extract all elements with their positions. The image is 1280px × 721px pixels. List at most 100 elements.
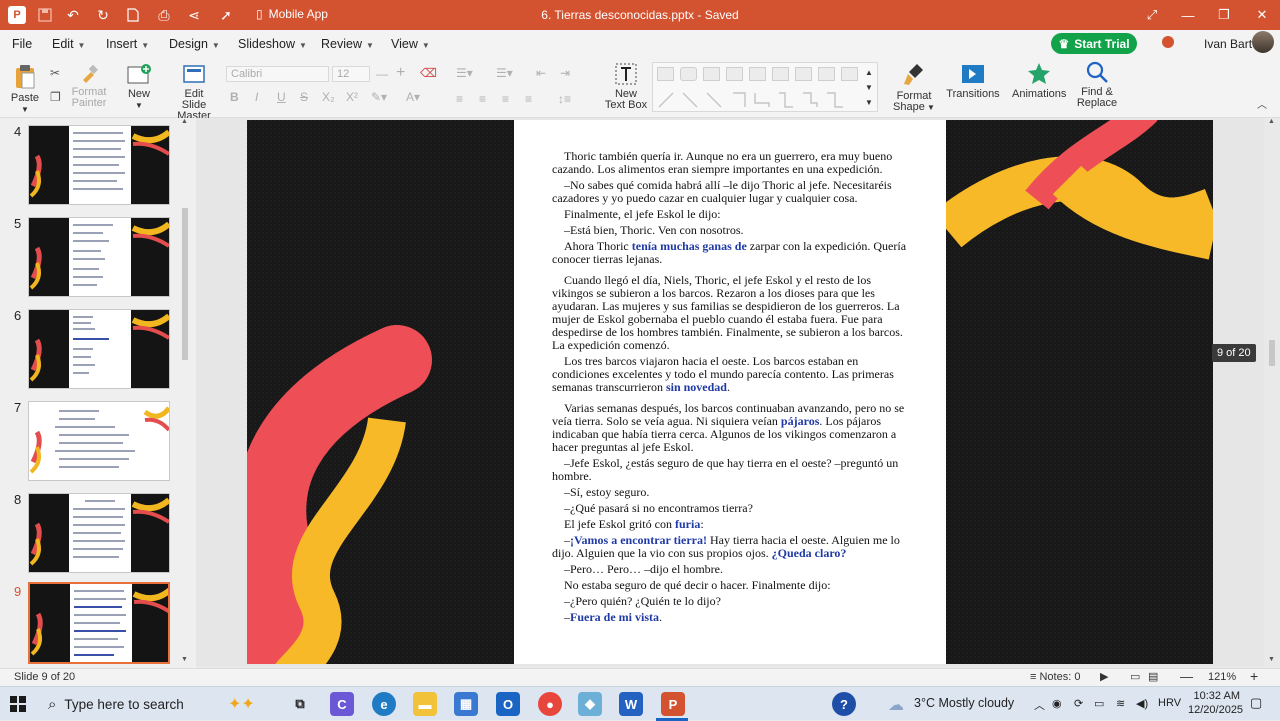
task-view-icon[interactable]: ⧉ xyxy=(288,692,312,716)
line-spacing-icon[interactable]: ↕≡ xyxy=(558,92,571,106)
font-color-icon[interactable]: A▾ xyxy=(406,90,420,104)
menu-design[interactable]: Design ▼ xyxy=(169,37,220,51)
strikethrough-icon[interactable]: S xyxy=(300,90,308,104)
align-left-icon[interactable]: ≡ xyxy=(456,92,463,106)
copy-icon[interactable]: ❐ xyxy=(50,90,61,104)
sync-icon[interactable]: ⟳ xyxy=(1074,697,1083,710)
user-name[interactable]: Ivan Bart xyxy=(1204,37,1252,51)
expand-icon[interactable]: ⤢ xyxy=(1134,0,1170,30)
presentation-app-icon[interactable]: P xyxy=(661,692,685,716)
notifications-icon[interactable]: ▢ xyxy=(1250,695,1262,711)
scroll-down-icon[interactable]: ▼ xyxy=(181,656,188,663)
document-page[interactable]: Thoric también quería ir. Aunque no era … xyxy=(514,120,946,664)
numbering-icon[interactable]: ☰▾ xyxy=(496,66,513,80)
bold-icon[interactable]: B xyxy=(230,90,239,104)
taskbar-search[interactable]: ⌕ Type here to search ✦✦ xyxy=(40,690,270,718)
app-icon[interactable]: ◆ xyxy=(578,692,602,716)
cut-icon[interactable]: ✂ xyxy=(50,66,60,80)
network-tray-icon[interactable]: ◉ xyxy=(1052,697,1062,710)
slide-thumbnail[interactable] xyxy=(28,309,170,389)
find-replace-button[interactable]: Find & Replace xyxy=(1074,60,1120,109)
edit-slide-master-button[interactable]: Edit Slide Master xyxy=(172,64,216,122)
shape-rectangle-icon[interactable] xyxy=(703,67,720,81)
decrease-indent-icon[interactable]: ⇤ xyxy=(536,66,546,80)
shape-rectangle-icon[interactable] xyxy=(657,67,674,81)
chrome-icon[interactable]: ● xyxy=(538,692,562,716)
redo-icon[interactable]: ↻ xyxy=(94,6,112,24)
normal-view-icon[interactable]: ▭ xyxy=(1130,670,1140,683)
mobile-app-button[interactable]: ▯ Mobile App xyxy=(256,7,328,21)
decrease-font-icon[interactable]: — xyxy=(376,67,388,81)
wifi-icon[interactable]: ≋ xyxy=(1116,697,1125,710)
slide-canvas[interactable]: Thoric también quería ir. Aunque no era … xyxy=(247,120,1213,664)
minimize-button[interactable]: — xyxy=(1170,0,1206,30)
outlook-icon[interactable]: O xyxy=(496,692,520,716)
underline-icon[interactable]: U xyxy=(277,90,286,104)
clear-format-icon[interactable]: ⌫ xyxy=(420,66,437,80)
format-painter-button[interactable]: Format Painter xyxy=(68,64,110,109)
print-icon[interactable]: ⎙ xyxy=(155,6,173,24)
notification-icon[interactable] xyxy=(1162,36,1174,48)
store-icon[interactable]: ▦ xyxy=(454,692,478,716)
zoom-out-icon[interactable]: — xyxy=(1180,669,1193,684)
italic-icon[interactable]: I xyxy=(255,90,258,104)
maximize-button[interactable]: ❐ xyxy=(1206,0,1242,30)
volume-icon[interactable]: ◀) xyxy=(1136,697,1148,710)
scrollbar-thumb[interactable] xyxy=(182,208,188,360)
scrollbar-thumb[interactable] xyxy=(1269,340,1275,366)
shape-rectangle-icon[interactable] xyxy=(795,67,812,81)
new-document-icon[interactable] xyxy=(124,6,142,24)
gallery-scroll-icon[interactable]: ▲ ▼ ▼ xyxy=(865,65,873,110)
slide-thumbnail[interactable] xyxy=(28,125,170,205)
shape-rectangle-icon[interactable] xyxy=(841,67,858,81)
writer-icon[interactable]: W xyxy=(619,692,643,716)
align-right-icon[interactable]: ≡ xyxy=(502,92,509,106)
shape-rectangle-icon[interactable] xyxy=(818,67,835,81)
zoom-level[interactable]: 121% xyxy=(1208,671,1236,683)
highlight-icon[interactable]: ✎▾ xyxy=(371,90,387,104)
file-explorer-icon[interactable]: ▬ xyxy=(413,692,437,716)
shape-rectangle-icon[interactable] xyxy=(749,67,766,81)
help-icon[interactable]: ? xyxy=(832,692,856,716)
font-name-field[interactable]: Calibri xyxy=(226,66,329,82)
slides-panel-scrollbar[interactable]: ▲ ▼ xyxy=(181,118,189,666)
language-indicator[interactable]: HRV xyxy=(1158,697,1181,709)
undo-icon[interactable]: ↶ xyxy=(64,6,82,24)
justify-icon[interactable]: ≡ xyxy=(525,92,532,106)
cursor-icon[interactable]: ➚ xyxy=(217,6,235,24)
battery-icon[interactable]: ▭ xyxy=(1094,697,1104,710)
shape-rectangle-icon[interactable] xyxy=(772,67,789,81)
font-size-field[interactable]: 12 xyxy=(332,66,370,82)
collapse-ribbon-icon[interactable]: ︿ xyxy=(1257,96,1267,111)
subscript-icon[interactable]: X₂ xyxy=(322,90,335,104)
shape-rectangle-icon[interactable] xyxy=(726,67,743,81)
menu-edit[interactable]: Edit ▼ xyxy=(52,37,85,51)
increase-font-icon[interactable]: + xyxy=(396,64,405,82)
shapes-gallery[interactable]: ▲ ▼ ▼ xyxy=(652,62,878,112)
copilot-icon[interactable]: C xyxy=(330,692,354,716)
bullets-icon[interactable]: ☰▾ xyxy=(456,66,473,80)
start-trial-button[interactable]: ♛ Start Trial xyxy=(1051,33,1137,54)
edge-icon[interactable]: e xyxy=(372,692,396,716)
format-shape-button[interactable]: Format Shape ▼ xyxy=(890,62,938,113)
scroll-up-icon[interactable]: ▲ xyxy=(181,118,188,125)
increase-indent-icon[interactable]: ⇥ xyxy=(560,66,570,80)
animations-button[interactable]: Animations xyxy=(1012,62,1066,100)
paste-button[interactable]: Paste ▼ xyxy=(10,64,40,115)
avatar[interactable] xyxy=(1252,31,1274,53)
close-button[interactable]: ✕ xyxy=(1244,0,1280,30)
menu-review[interactable]: Review ▼ xyxy=(321,37,374,51)
slide-thumbnail[interactable] xyxy=(28,401,170,481)
transitions-button[interactable]: Transitions xyxy=(946,62,1000,100)
scroll-down-icon[interactable]: ▼ xyxy=(1268,656,1275,663)
superscript-icon[interactable]: X² xyxy=(346,90,358,104)
align-center-icon[interactable]: ≡ xyxy=(479,92,486,106)
save-icon[interactable] xyxy=(36,6,54,24)
menu-insert[interactable]: Insert ▼ xyxy=(106,37,149,51)
outline-view-icon[interactable]: ▤ xyxy=(1148,670,1158,683)
windows-start-icon[interactable] xyxy=(10,696,26,715)
notes-button[interactable]: ≡ Notes: 0 xyxy=(1030,671,1080,683)
share-icon[interactable]: ⋖ xyxy=(185,6,203,24)
weather-text[interactable]: 3°C Mostly cloudy xyxy=(914,696,1014,710)
editor-scrollbar[interactable]: ▲ ▼ xyxy=(1266,118,1278,666)
